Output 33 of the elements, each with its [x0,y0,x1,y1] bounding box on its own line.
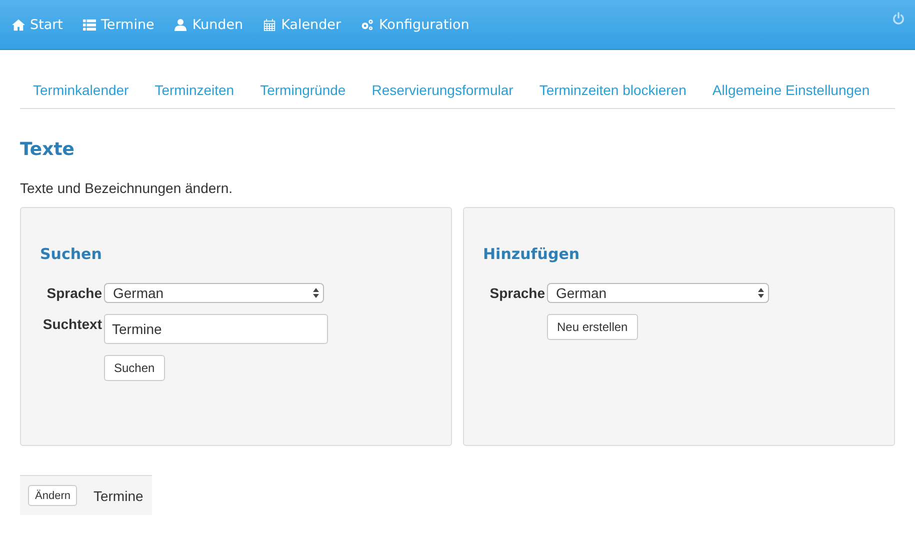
field-label: Suchtext [42,315,103,334]
tab[interactable]: Allgemeine Einstellungen [699,78,883,108]
nav-link[interactable]: Kalender [263,16,341,32]
edit-button[interactable]: Ändern [28,485,78,506]
language-select[interactable]: German [547,283,769,303]
create-button[interactable]: Neu erstellen [547,314,638,340]
nav-link[interactable]: Termine [82,16,154,32]
list-icon [82,18,96,30]
home-icon [12,18,25,30]
table-cell: Termine [93,488,144,504]
page-title: Texte [20,139,76,160]
tab[interactable]: Terminzeiten blockieren [526,78,700,108]
select-arrows-icon [313,288,319,298]
field-label: Sprache [46,284,103,303]
calendar-icon [263,18,276,30]
page-description: Texte und Bezeichnungen ändern. [20,180,234,196]
tab[interactable]: Terminzeiten [142,78,248,108]
panel-title: Hinzufügen [483,245,581,263]
user-icon [174,18,188,30]
language-select[interactable]: German [104,283,324,303]
field-label: Sprache [488,284,546,303]
gears-icon [361,18,374,30]
search-text-field[interactable]: Termine [104,314,328,344]
nav-link[interactable]: Konfiguration [361,16,470,32]
tab[interactable]: Reservierungsformular [358,78,526,108]
nav-link[interactable]: Start [12,16,63,32]
search-button[interactable]: Suchen [104,355,165,381]
select-arrows-icon [758,288,764,298]
tab[interactable]: Termingründe [247,78,359,108]
nav-link[interactable]: Kunden [174,16,244,32]
panel-title: Suchen [40,245,103,263]
power-icon[interactable] [892,12,905,25]
tab[interactable]: Terminkalender [20,78,142,108]
